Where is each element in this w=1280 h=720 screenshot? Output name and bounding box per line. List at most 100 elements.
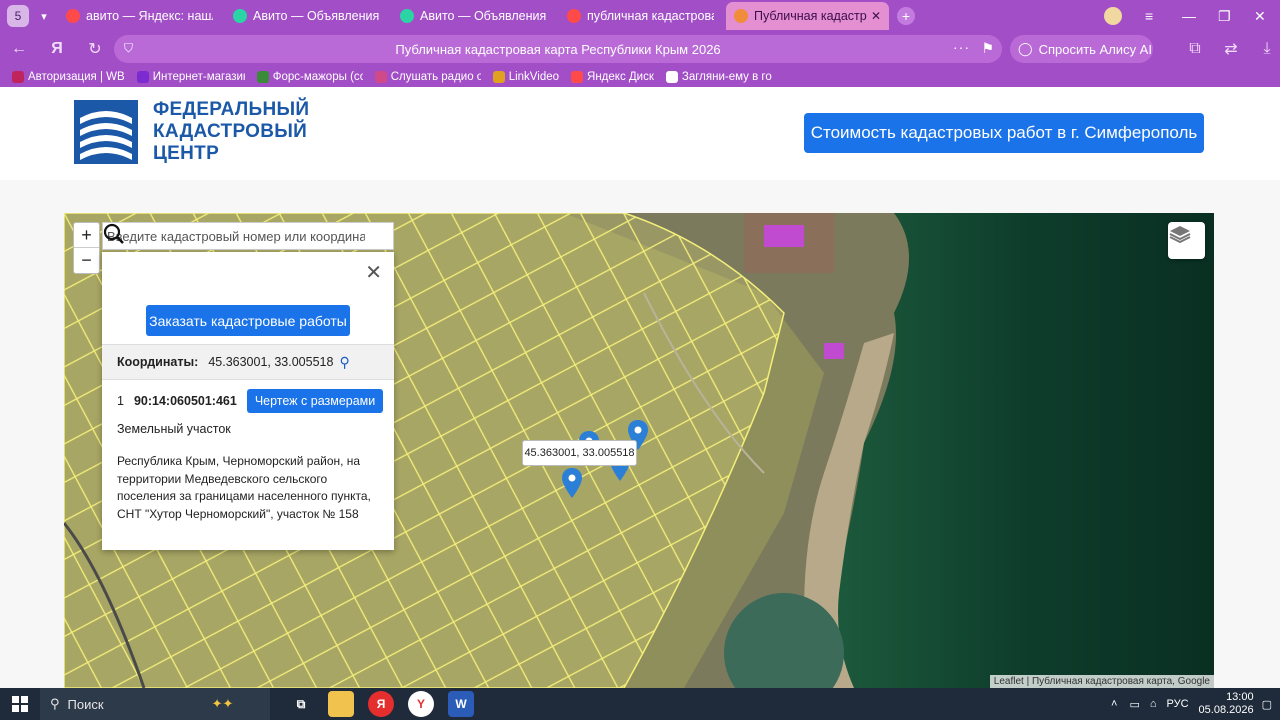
- tab-counter[interactable]: 5: [7, 5, 29, 27]
- taskbar-search-label: Поиск: [67, 696, 104, 712]
- tab-label: Публичная кадастрова: [754, 9, 867, 23]
- tab-favicon-icon: [233, 9, 247, 23]
- coordinates-label: Координаты:: [117, 355, 199, 369]
- system-tray: ˄ ▭ ⌂ РУС 13:00 05.08.2026 ▢: [1111, 688, 1280, 720]
- clock[interactable]: 13:00 05.08.2026: [1199, 691, 1254, 717]
- bookmark-icon[interactable]: ⚑: [981, 40, 994, 57]
- zoom-out-button[interactable]: −: [74, 248, 99, 273]
- taskbar-search[interactable]: ⚲ Поиск ✦✦: [40, 688, 270, 720]
- parcel-index: 1: [117, 394, 124, 408]
- parcel-popup: ✕ Заказать кадастровые работы Координаты…: [102, 252, 394, 550]
- sparkle-icon: ✦✦: [211, 696, 234, 711]
- back-icon[interactable]: ←: [6, 36, 32, 62]
- bookmarks-bar: Авторизация | WB Интернет-магазин Форс-м…: [0, 66, 1280, 87]
- search-icon: ⚲: [50, 696, 60, 711]
- ask-alice-button[interactable]: ◯ Спросить Алису AI: [1010, 35, 1153, 63]
- task-view-icon[interactable]: ⧉: [288, 691, 314, 717]
- parcel-kind: Земельный участок: [117, 422, 231, 436]
- bookmark-favicon-icon: [12, 70, 24, 83]
- bookmark-item[interactable]: Форс-мажоры (со: [256, 70, 363, 83]
- cadastral-cost-button[interactable]: Стоимость кадастровых работ в г. Симферо…: [804, 113, 1204, 153]
- site-header: ФЕДЕРАЛЬНЫЙ КАДАСТРОВЫЙ ЦЕНТР Стоимость …: [0, 87, 1280, 180]
- minimize-icon[interactable]: —: [1182, 0, 1196, 32]
- date: 05.08.2026: [1198, 704, 1254, 716]
- coordinates-tooltip: 45.363001, 33.005518: [522, 440, 637, 466]
- bookmark-favicon-icon: [665, 70, 678, 83]
- cadastral-search: [102, 222, 394, 250]
- alice-icon: ◯: [1018, 41, 1033, 56]
- browser-tab[interactable]: авито — Яндекс: нашлось: [58, 2, 221, 30]
- new-tab-icon[interactable]: +: [897, 7, 915, 25]
- reload-icon[interactable]: ↻: [82, 36, 108, 62]
- tab-favicon-icon: [567, 9, 581, 23]
- tab-label: Авито — Объявления на с: [253, 9, 380, 23]
- layers-icon[interactable]: [1168, 222, 1205, 259]
- logo-text[interactable]: ФЕДЕРАЛЬНЫЙ КАДАСТРОВЫЙ ЦЕНТР: [153, 99, 309, 165]
- browser-tab-active[interactable]: Публичная кадастрова ✕: [726, 2, 889, 30]
- map-attribution[interactable]: Leaflet | Публичная кадастровая карта, G…: [989, 675, 1214, 688]
- cadastral-search-input[interactable]: [103, 228, 365, 244]
- profile-avatar[interactable]: [1104, 0, 1122, 32]
- bookmark-favicon-icon: [256, 70, 269, 83]
- tab-favicon-icon: [734, 9, 748, 23]
- bookmark-item[interactable]: Авторизация | WB: [12, 70, 125, 83]
- tray-chevron-icon[interactable]: ˄: [1111, 698, 1117, 710]
- parcel-address: Республика Крым, Черноморский район, на …: [117, 454, 371, 521]
- translate-icon[interactable]: ⇄: [1218, 36, 1244, 62]
- taskbar: ⚲ Поиск ✦✦ ⧉ Я Y W ˄ ▭ ⌂ РУС 13:00 05.08…: [0, 688, 1280, 720]
- page-title: Публичная кадастровая карта Республики К…: [395, 41, 721, 57]
- browser-tab[interactable]: Авито — Объявления на с: [392, 2, 555, 30]
- notifications-icon[interactable]: ▢: [1262, 698, 1272, 711]
- tab-label: публичная кадастровая к: [587, 9, 714, 23]
- word-icon[interactable]: W: [448, 691, 474, 717]
- logo-icon[interactable]: [74, 100, 138, 164]
- coordinates-value: 45.363001, 33.005518: [208, 355, 334, 369]
- cadastral-number: 90:14:060501:461: [133, 394, 237, 408]
- browser-tab-bar: 5 ▾ авито — Яндекс: нашлось Авито — Объя…: [0, 0, 1280, 32]
- zoom-control: + −: [73, 222, 100, 274]
- close-window-icon[interactable]: ✕: [1254, 0, 1266, 32]
- bookmark-item[interactable]: Интернет-магазин: [136, 70, 245, 83]
- bookmark-favicon-icon: [136, 70, 149, 83]
- parcel-row: 1 90:14:060501:461 Чертеж с размерами: [117, 389, 384, 413]
- share-location-icon[interactable]: ⚲: [339, 354, 349, 371]
- alice-label: Спросить Алису AI: [1038, 41, 1152, 57]
- drawing-with-dimensions-button[interactable]: Чертеж с размерами: [246, 389, 384, 413]
- yandex-browser-icon[interactable]: Y: [408, 691, 434, 717]
- address-bar: ← Я ↻ ⛉ Публичная кадастровая карта Респ…: [0, 32, 1280, 66]
- browser-tab[interactable]: Авито — Объявления на с: [225, 2, 388, 30]
- tab-favicon-icon: [66, 9, 80, 23]
- tab-label: авито — Яндекс: нашлось: [86, 9, 213, 23]
- shield-icon: ⛉: [124, 41, 134, 55]
- order-cadastral-works-button[interactable]: Заказать кадастровые работы: [146, 305, 350, 336]
- zoom-in-button[interactable]: +: [74, 223, 99, 248]
- yandex-app-icon[interactable]: Я: [368, 691, 394, 717]
- tab-favicon-icon: [400, 9, 414, 23]
- bookmark-item[interactable]: Яндекс Диск: [571, 70, 654, 83]
- map-marker-icon[interactable]: [562, 468, 582, 498]
- yandex-icon[interactable]: Я: [44, 36, 70, 62]
- windows-start-icon[interactable]: [0, 688, 40, 720]
- tab-label: Авито — Объявления на с: [420, 9, 547, 23]
- bookmark-favicon-icon: [492, 70, 505, 83]
- close-tab-icon[interactable]: ✕: [871, 9, 881, 23]
- close-icon[interactable]: ✕: [365, 260, 382, 285]
- extensions-icon[interactable]: ⧉: [1182, 36, 1208, 62]
- downloads-icon[interactable]: ⤓: [1254, 36, 1280, 62]
- url-field[interactable]: ⛉ Публичная кадастровая карта Республики…: [114, 35, 1002, 63]
- menu-icon[interactable]: ≡: [1145, 0, 1153, 32]
- browser-tab[interactable]: публичная кадастровая к: [559, 2, 722, 30]
- more-icon[interactable]: ···: [953, 39, 970, 55]
- bookmark-item[interactable]: Слушать радио он: [374, 70, 481, 83]
- tabs-dropdown-icon[interactable]: ▾: [34, 5, 54, 27]
- keyboard-lang[interactable]: РУС: [1167, 698, 1189, 710]
- map[interactable]: + − ✕ Заказать кадастровые работы Коорди…: [64, 213, 1214, 688]
- tray-app-icon[interactable]: ▭: [1129, 698, 1139, 711]
- network-icon[interactable]: ⌂: [1150, 698, 1157, 710]
- bookmark-favicon-icon: [374, 70, 387, 83]
- bookmark-item[interactable]: LinkVideo: [492, 70, 559, 83]
- bookmark-item[interactable]: Загляни-ему в го: [665, 70, 772, 83]
- restore-icon[interactable]: ❐: [1218, 0, 1231, 32]
- search-icon[interactable]: [103, 222, 393, 250]
- file-explorer-icon[interactable]: [328, 691, 354, 717]
